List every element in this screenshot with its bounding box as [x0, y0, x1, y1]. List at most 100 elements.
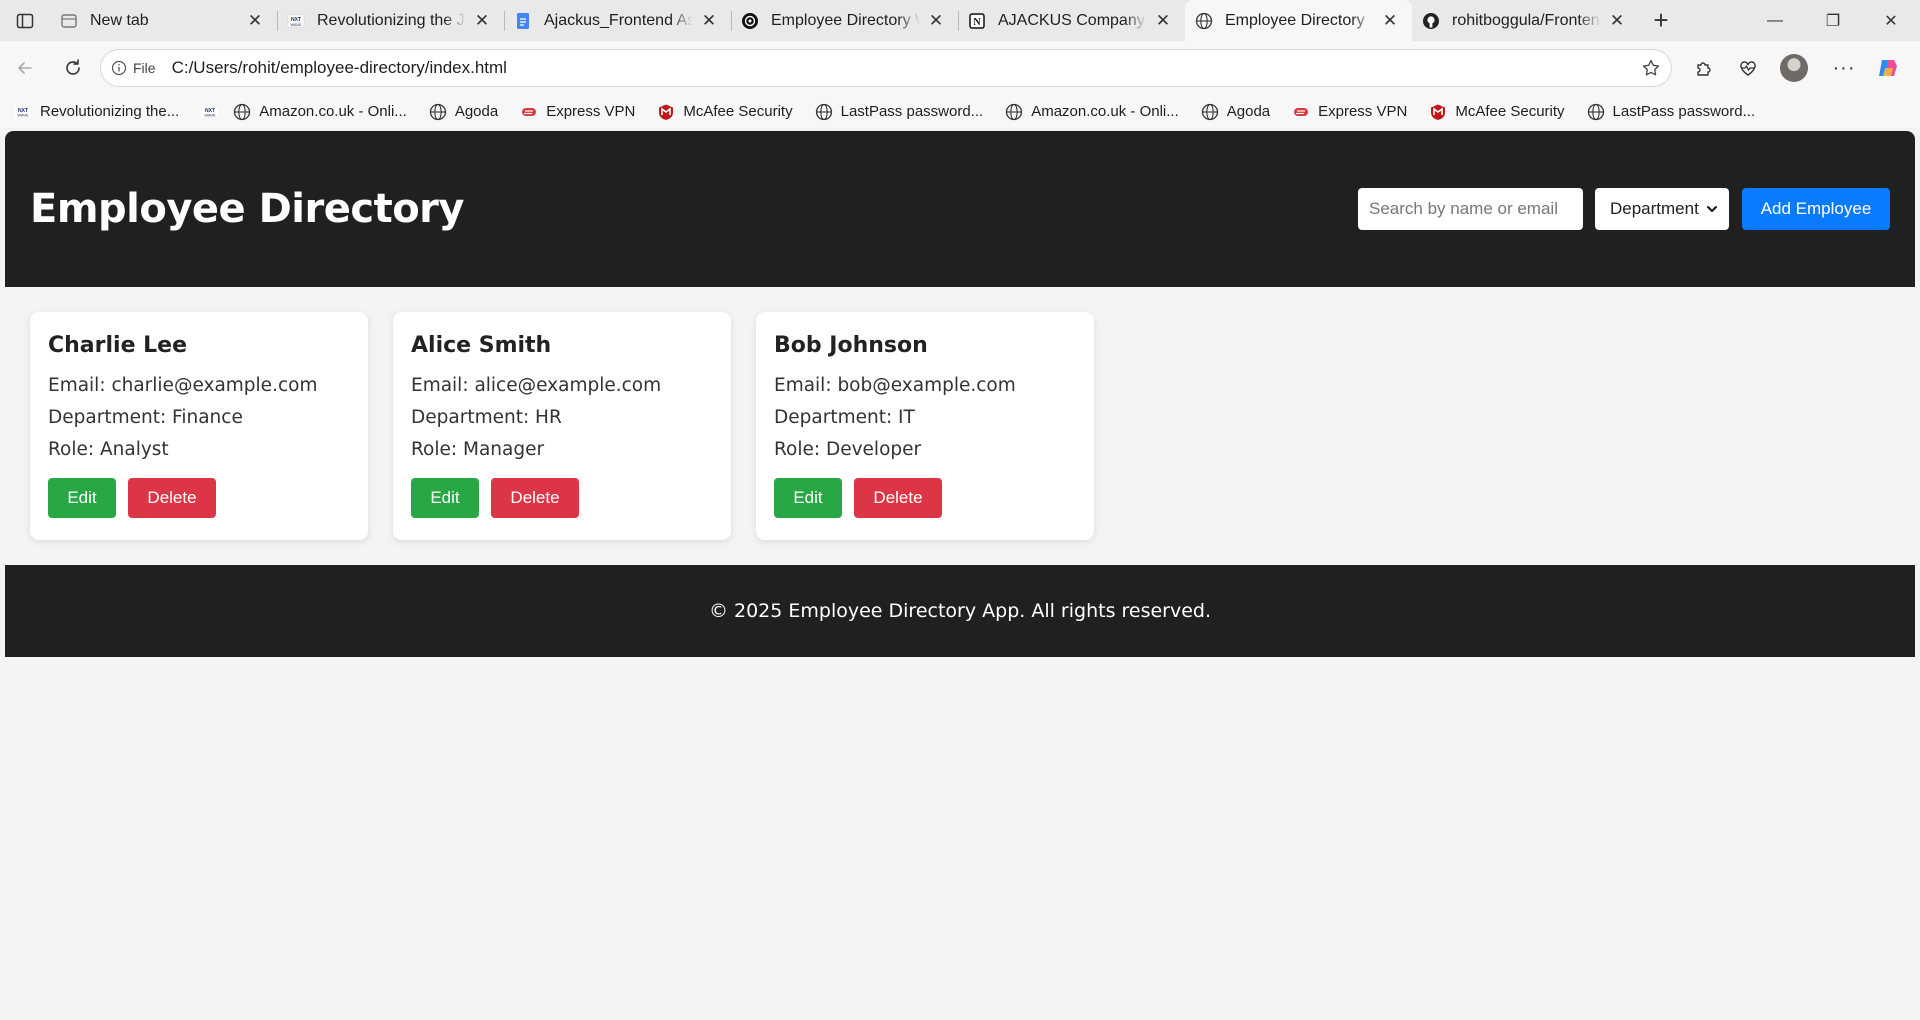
- footer-copyright: © 2025 Employee Directory App. All right…: [708, 600, 1212, 622]
- add-employee-button[interactable]: Add Employee: [1742, 188, 1890, 230]
- tab-revolutionizing[interactable]: NXT WAVE Revolutionizing the Job ✕: [277, 0, 504, 41]
- restore-button[interactable]: ❐: [1804, 0, 1862, 41]
- delete-button[interactable]: Delete: [854, 478, 942, 518]
- notion-icon: N: [968, 12, 986, 30]
- employee-email: Email: charlie@example.com: [48, 375, 318, 396]
- page-title: Employee Directory: [30, 186, 464, 232]
- bookmark-item[interactable]: LastPass password...: [1587, 103, 1756, 121]
- svg-text:WAVE: WAVE: [17, 112, 29, 117]
- delete-button[interactable]: Delete: [491, 478, 579, 518]
- bookmark-item[interactable]: Amazon.co.uk - Onli...: [1005, 103, 1179, 121]
- reload-button[interactable]: [53, 48, 93, 88]
- copilot-icon: [1879, 60, 1897, 76]
- tab-new-tab[interactable]: New tab ✕: [50, 0, 277, 41]
- svg-text:WAVE: WAVE: [290, 22, 302, 27]
- globe-icon: [1201, 103, 1219, 121]
- address-bar[interactable]: File C:/Users/rohit/employee-directory/i…: [100, 49, 1672, 87]
- close-icon[interactable]: ✕: [699, 11, 719, 31]
- close-icon[interactable]: ✕: [1607, 11, 1627, 31]
- heartbeat-icon: [1740, 61, 1756, 76]
- close-icon[interactable]: ✕: [926, 11, 946, 31]
- employee-department: Department: Finance: [48, 407, 243, 428]
- tab-github[interactable]: rohitboggula/Frontend ✕: [1412, 0, 1639, 41]
- bookmark-item[interactable]: Agoda: [1201, 103, 1270, 121]
- employee-email: Email: bob@example.com: [774, 375, 1016, 396]
- bookmark-label: Agoda: [454, 103, 499, 120]
- bookmark-item[interactable]: Express VPN: [520, 103, 635, 121]
- tab-title: New tab: [90, 11, 149, 29]
- bookmark-item[interactable]: McAfee Security: [657, 103, 793, 121]
- bookmark-label: McAfee Security: [683, 103, 793, 120]
- bookmarks-bar: NXT WAVE Revolutionizing the... NXT WAVE A…: [0, 95, 1920, 128]
- back-arrow-icon: [18, 62, 32, 74]
- browser-essentials-button[interactable]: [1728, 48, 1768, 88]
- info-icon: [111, 60, 127, 76]
- bookmark-label: McAfee Security: [1455, 103, 1565, 120]
- bookmark-item[interactable]: Express VPN: [1292, 103, 1407, 121]
- profile-avatar[interactable]: [1780, 54, 1808, 82]
- search-input[interactable]: [1358, 188, 1583, 230]
- globe-icon: [815, 103, 833, 121]
- sidebar-toggle-button[interactable]: [0, 0, 50, 41]
- bookmark-item[interactable]: Amazon.co.uk - Onli...: [233, 103, 407, 121]
- edit-button[interactable]: Edit: [411, 478, 479, 518]
- copilot-button[interactable]: [1868, 48, 1908, 88]
- bookmark-item[interactable]: NXT WAVE: [201, 103, 219, 121]
- back-button[interactable]: [5, 48, 45, 88]
- close-icon[interactable]: ✕: [1380, 11, 1400, 31]
- department-filter-select[interactable]: Department: [1595, 188, 1729, 230]
- tab-ajackus-docs[interactable]: Ajackus_Frontend Assignment ✕: [504, 0, 731, 41]
- mcafee-icon: [657, 103, 675, 121]
- minimize-button[interactable]: —: [1746, 0, 1804, 41]
- bookmark-item[interactable]: NXT WAVE Revolutionizing the...: [14, 103, 179, 121]
- more-dots-icon: ···: [1832, 56, 1856, 79]
- tab-notion[interactable]: N AJACKUS Company Assignment ✕: [958, 0, 1185, 41]
- new-tab-button[interactable]: +: [1639, 0, 1683, 41]
- employee-role: Role: Analyst: [48, 439, 169, 460]
- github-icon: [1422, 12, 1440, 30]
- bookmark-label: LastPass password...: [840, 103, 984, 120]
- close-icon[interactable]: ✕: [245, 11, 265, 31]
- nxtwave-icon: NXT WAVE: [201, 103, 219, 121]
- edit-button[interactable]: Edit: [774, 478, 842, 518]
- svg-text:N: N: [973, 17, 981, 28]
- bookmark-item[interactable]: Agoda: [429, 103, 498, 121]
- bookmark-label: LastPass password...: [1612, 103, 1756, 120]
- delete-button[interactable]: Delete: [128, 478, 216, 518]
- expressvpn-icon: [520, 103, 538, 121]
- extensions-button[interactable]: [1684, 48, 1724, 88]
- employee-email: Email: alice@example.com: [411, 375, 662, 396]
- edit-button[interactable]: Edit: [48, 478, 116, 518]
- mcafee-icon: [1429, 103, 1447, 121]
- bookmark-label: Amazon.co.uk - Onli...: [1031, 103, 1179, 120]
- nxtwave-icon: NXT WAVE: [287, 12, 305, 30]
- department-filter-value: Department: [1610, 199, 1699, 218]
- tab-title: Employee Directory: [1225, 11, 1365, 29]
- employee-name: Alice Smith: [411, 333, 552, 358]
- employee-department: Department: HR: [411, 407, 562, 428]
- tab-title: Employee Directory Web: [771, 11, 920, 29]
- tab-title: rohitboggula/Frontend: [1452, 11, 1601, 29]
- close-icon[interactable]: ✕: [1153, 11, 1173, 31]
- tab-title: Revolutionizing the Job: [317, 11, 466, 29]
- card-actions: Edit Delete: [411, 478, 713, 518]
- close-window-button[interactable]: ✕: [1862, 0, 1920, 41]
- puzzle-icon: [1697, 62, 1711, 76]
- globe-icon: [429, 103, 447, 121]
- chatgpt-icon: [741, 12, 759, 30]
- favorite-star-icon[interactable]: [1641, 58, 1661, 78]
- bookmark-item[interactable]: McAfee Security: [1429, 103, 1565, 121]
- plus-icon: +: [1653, 5, 1669, 35]
- bookmark-label: Express VPN: [1318, 103, 1408, 120]
- page-viewport: Employee Directory Department Add Employ…: [5, 131, 1915, 1016]
- tab-chatgpt[interactable]: Employee Directory Web ✕: [731, 0, 958, 41]
- new-tab-page-icon: [60, 12, 78, 30]
- tab-employee-directory[interactable]: Employee Directory ✕: [1185, 0, 1412, 41]
- close-icon[interactable]: ✕: [472, 11, 492, 31]
- site-info-button[interactable]: File: [111, 60, 156, 76]
- more-menu-button[interactable]: ···: [1824, 48, 1864, 88]
- bookmark-item[interactable]: LastPass password...: [815, 103, 984, 121]
- globe-icon: [1587, 103, 1605, 121]
- employee-role: Role: Manager: [411, 439, 545, 460]
- google-docs-icon: [514, 12, 532, 30]
